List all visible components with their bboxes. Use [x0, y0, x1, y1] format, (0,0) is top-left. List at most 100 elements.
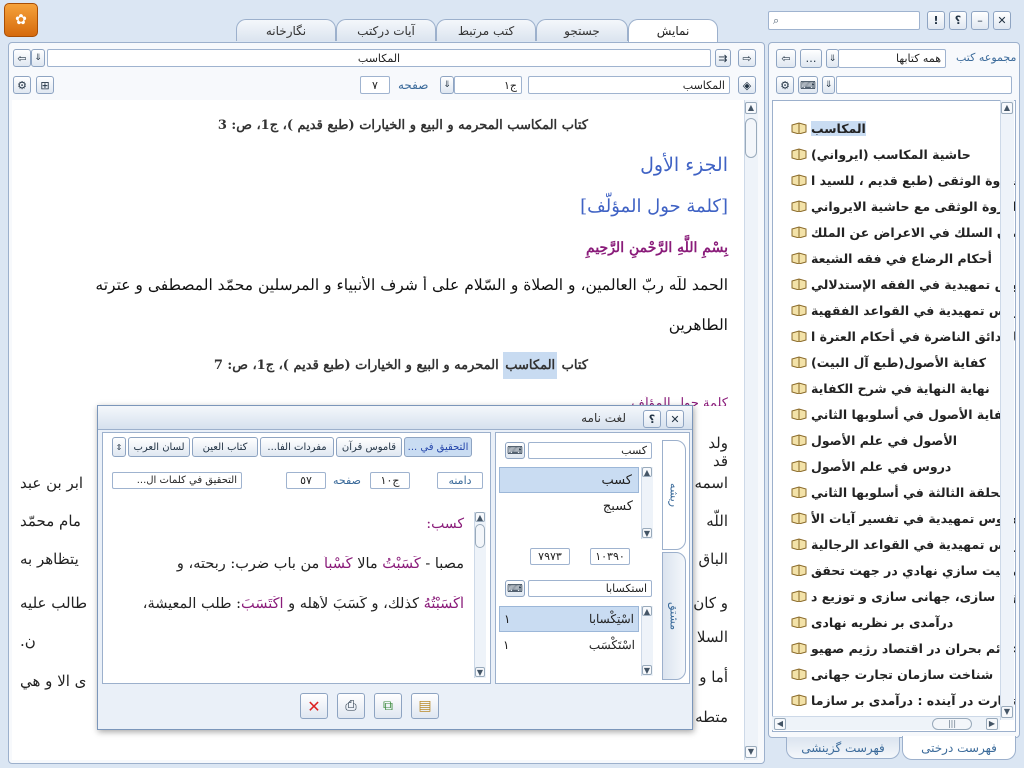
page-field[interactable]: ٧ — [360, 76, 390, 94]
book-list-item[interactable]: علائم بحران در اقتصاد رژیم صهیو — [787, 635, 1015, 661]
keyboard-icon[interactable]: ⌨ — [505, 442, 525, 459]
book-list-item[interactable]: أحكام الرضاع في فقه الشيعة — [787, 245, 1015, 271]
back-icon[interactable]: ⇦ — [776, 49, 796, 68]
tab-selective-index[interactable]: فهرست گزینشی — [786, 737, 900, 759]
filter-dropdown-icon[interactable]: ⇓ — [822, 76, 835, 94]
dropdown-arrow-icon[interactable]: ⇓ — [31, 49, 45, 67]
back-arrow-icon[interactable]: ⇦ — [13, 49, 31, 67]
tab-verses[interactable]: آیات درکتب — [336, 19, 436, 41]
scroll-down-icon[interactable]: ▼ — [642, 665, 652, 675]
book-list-scrollbar[interactable]: ▲ ▼ — [1000, 100, 1014, 720]
book-list-item[interactable]: دروس تمهيدية في الفقه الإستدلالي — [787, 271, 1015, 297]
book-list-item[interactable]: كفاية الأصول في أسلوبها الثاني — [787, 401, 1015, 427]
volume-dropdown-icon[interactable]: ⇓ — [440, 76, 454, 94]
search-input[interactable]: ⌕ — [768, 11, 920, 30]
scroll-down-icon[interactable]: ▼ — [642, 528, 652, 538]
dict-volume-field[interactable]: ج١٠ — [370, 472, 410, 489]
scroll-down-icon[interactable]: ▼ — [745, 746, 757, 758]
scroll-up-icon[interactable]: ▲ — [642, 467, 652, 477]
book-list-hscrollbar[interactable]: ◀ ||| ▶ — [772, 716, 1000, 730]
scroll-up-icon[interactable]: ▲ — [642, 606, 652, 616]
collection-select[interactable]: همه کتابها — [838, 49, 946, 68]
more-button[interactable]: … — [800, 49, 822, 68]
book-list-item[interactable]: الأصول في علم الأصول — [787, 427, 1015, 453]
scroll-down-icon[interactable]: ▼ — [475, 667, 485, 677]
hscroll-thumb[interactable]: ||| — [932, 718, 972, 730]
dict-tab-lisan[interactable]: لسان العرب — [128, 437, 190, 457]
vertical-tab-root[interactable]: ریشه — [662, 440, 686, 550]
list-item[interactable]: ۱ اسْتَكْسَب — [499, 632, 639, 658]
book-list-item[interactable]: تجارت در آینده : درآمدی بر سازما — [787, 687, 1015, 713]
scroll-up-icon[interactable]: ▲ — [745, 102, 757, 114]
dialog-help-button[interactable]: ؟ — [643, 410, 661, 428]
tab-search[interactable]: جستجو — [536, 19, 628, 41]
copy-button[interactable]: ⧉ — [374, 693, 402, 719]
dict-tab-ayn[interactable]: كتاب العين — [192, 437, 258, 457]
delete-button[interactable]: ✕ — [300, 693, 328, 719]
next-double-icon[interactable]: ⇉ — [715, 49, 731, 67]
book-list-item[interactable]: الحلقة الثالثة في أسلوبها الثاني — [787, 479, 1015, 505]
volume-field[interactable]: ج١ — [454, 76, 522, 94]
list-item[interactable]: كسبج — [499, 493, 639, 519]
range-field[interactable]: دامنه — [437, 472, 483, 489]
scroll-right-icon[interactable]: ▶ — [986, 718, 998, 730]
info-button[interactable]: ! — [927, 11, 945, 30]
content-scrollbar[interactable]: ▲ ▼ — [744, 100, 758, 760]
keyboard-icon[interactable]: ⌨ — [505, 580, 525, 597]
book-list-item[interactable]: الحدائق الناضرة في أحكام العترة ا — [787, 323, 1015, 349]
book-list-item[interactable]: شناخت سازمان تجارت جهانی — [787, 661, 1015, 687]
book-list-item[interactable]: حاشية المكاسب (ايرواني) — [787, 141, 1015, 167]
scroll-thumb[interactable] — [475, 524, 485, 548]
book-list-item[interactable]: المكاسب — [787, 115, 1015, 141]
minimize-button[interactable]: – — [971, 11, 989, 30]
close-button[interactable]: ✕ — [993, 11, 1011, 30]
dict-tab-mufradat[interactable]: مفردات الفا... — [260, 437, 334, 457]
tag-icon[interactable]: ◈ — [738, 76, 756, 94]
tab-display[interactable]: نمایش — [628, 19, 718, 42]
book-list-item[interactable]: دروس تمهيدية في القواعد الفقهية — [787, 297, 1015, 323]
scroll-up-icon[interactable]: ▲ — [1001, 102, 1013, 114]
book-list-item[interactable]: العروة الوثقى (طبع قديم ، للسيد ا — [787, 167, 1015, 193]
tab-tree-index[interactable]: فهرست درختی — [902, 736, 1016, 760]
collection-dropdown-icon[interactable]: ⇓ — [826, 49, 839, 68]
dict-page-field[interactable]: ٥٧ — [286, 472, 326, 489]
book-list-item[interactable]: آزاد سازی، جهانی سازی و توزیع د — [787, 583, 1015, 609]
list-item[interactable]: كسب — [499, 467, 639, 493]
tab-related[interactable]: کتب مرتبط — [436, 19, 536, 41]
book-list-item[interactable]: دروس تمهيدية في تفسير آيات الأ — [787, 505, 1015, 531]
keyboard-icon[interactable]: ⌨ — [798, 76, 818, 94]
derivative-input[interactable]: استكسابا — [528, 580, 652, 597]
dialog-close-button[interactable]: ✕ — [666, 410, 684, 428]
forward-arrow-icon[interactable]: ⇨ — [738, 49, 756, 67]
book-filter-input[interactable] — [836, 76, 1012, 94]
tab-gallery[interactable]: نگارخانه — [236, 19, 336, 41]
scroll-up-icon[interactable]: ▲ — [475, 512, 485, 522]
app-logo[interactable]: ✿ — [4, 3, 38, 37]
note-button[interactable]: ▤ — [411, 693, 439, 719]
wrench-icon[interactable]: ⚙ — [776, 76, 794, 94]
book-field[interactable]: المكاسب — [528, 76, 730, 94]
layout-icon[interactable]: ⊞ — [36, 76, 54, 94]
print-button[interactable]: ⎙ — [337, 693, 365, 719]
book-list-item[interactable]: دروس تمهيدية في القواعد الرجالية — [787, 531, 1015, 557]
scroll-down-icon[interactable]: ▼ — [1001, 706, 1013, 718]
scroll-left-icon[interactable]: ◀ — [774, 718, 786, 730]
book-list-item[interactable]: درآمدی بر نظریه نهادی — [787, 609, 1015, 635]
help-button[interactable]: ؟ — [949, 11, 967, 30]
book-list-item[interactable]: ظرفيت سازي نهادي در جهت تحقق — [787, 557, 1015, 583]
derivative-list-scrollbar[interactable]: ▲ ▼ — [641, 606, 653, 676]
dict-tab-quran[interactable]: قاموس قرآن — [336, 437, 402, 457]
book-list-item[interactable]: دروس في علم الأصول — [787, 453, 1015, 479]
vertical-tab-derivative[interactable]: مشتق — [662, 552, 686, 680]
scroll-thumb[interactable] — [745, 118, 757, 158]
dict-scroll-icon[interactable]: ⇕ — [112, 437, 126, 457]
list-item[interactable]: ۱ اسْتِكْسابا — [499, 606, 639, 632]
book-list-item[interactable]: جمان السلك في الاعراض عن الملك — [787, 219, 1015, 245]
dict-source-field[interactable]: التحقيق في كلمات ال... — [112, 472, 242, 489]
title-field[interactable]: المكاسب — [47, 49, 711, 67]
dict-tab-tahqiq[interactable]: التحقيق في ... — [404, 437, 472, 457]
book-list-item[interactable]: نهاية النهاية في شرح الكفاية — [787, 375, 1015, 401]
root-input[interactable]: كسب — [528, 442, 652, 459]
wrench-icon[interactable]: ⚙ — [13, 76, 31, 94]
definition-scrollbar[interactable]: ▲ ▼ — [474, 512, 486, 678]
